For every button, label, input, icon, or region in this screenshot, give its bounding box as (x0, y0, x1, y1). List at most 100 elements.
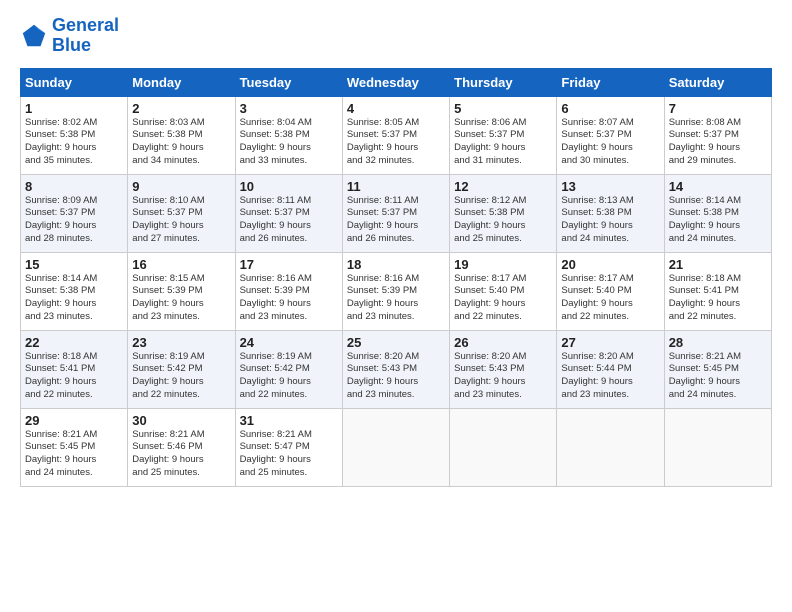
day-info: Sunrise: 8:17 AMSunset: 5:40 PMDaylight:… (561, 273, 659, 324)
day-number: 8 (25, 179, 123, 194)
table-cell: 19Sunrise: 8:17 AMSunset: 5:40 PMDayligh… (450, 252, 557, 330)
day-info: Sunrise: 8:20 AMSunset: 5:43 PMDaylight:… (454, 351, 552, 402)
day-info: Sunrise: 8:05 AMSunset: 5:37 PMDaylight:… (347, 117, 445, 168)
calendar-table: Sunday Monday Tuesday Wednesday Thursday… (20, 68, 772, 487)
calendar-week-row: 22Sunrise: 8:18 AMSunset: 5:41 PMDayligh… (21, 330, 772, 408)
table-cell: 9Sunrise: 8:10 AMSunset: 5:37 PMDaylight… (128, 174, 235, 252)
table-cell: 16Sunrise: 8:15 AMSunset: 5:39 PMDayligh… (128, 252, 235, 330)
day-number: 20 (561, 257, 659, 272)
table-cell: 3Sunrise: 8:04 AMSunset: 5:38 PMDaylight… (235, 96, 342, 174)
table-cell: 28Sunrise: 8:21 AMSunset: 5:45 PMDayligh… (664, 330, 771, 408)
day-info: Sunrise: 8:19 AMSunset: 5:42 PMDaylight:… (132, 351, 230, 402)
day-number: 23 (132, 335, 230, 350)
day-number: 13 (561, 179, 659, 194)
day-number: 27 (561, 335, 659, 350)
day-number: 4 (347, 101, 445, 116)
day-info: Sunrise: 8:17 AMSunset: 5:40 PMDaylight:… (454, 273, 552, 324)
day-number: 22 (25, 335, 123, 350)
day-number: 9 (132, 179, 230, 194)
day-number: 26 (454, 335, 552, 350)
day-number: 14 (669, 179, 767, 194)
day-info: Sunrise: 8:08 AMSunset: 5:37 PMDaylight:… (669, 117, 767, 168)
day-info: Sunrise: 8:14 AMSunset: 5:38 PMDaylight:… (25, 273, 123, 324)
day-info: Sunrise: 8:21 AMSunset: 5:46 PMDaylight:… (132, 429, 230, 480)
col-thursday: Thursday (450, 68, 557, 96)
table-cell: 27Sunrise: 8:20 AMSunset: 5:44 PMDayligh… (557, 330, 664, 408)
day-number: 17 (240, 257, 338, 272)
table-cell (664, 408, 771, 486)
day-number: 25 (347, 335, 445, 350)
day-info: Sunrise: 8:11 AMSunset: 5:37 PMDaylight:… (240, 195, 338, 246)
col-friday: Friday (557, 68, 664, 96)
day-number: 2 (132, 101, 230, 116)
col-saturday: Saturday (664, 68, 771, 96)
day-info: Sunrise: 8:16 AMSunset: 5:39 PMDaylight:… (347, 273, 445, 324)
day-number: 16 (132, 257, 230, 272)
day-info: Sunrise: 8:03 AMSunset: 5:38 PMDaylight:… (132, 117, 230, 168)
table-cell: 10Sunrise: 8:11 AMSunset: 5:37 PMDayligh… (235, 174, 342, 252)
table-cell: 5Sunrise: 8:06 AMSunset: 5:37 PMDaylight… (450, 96, 557, 174)
table-cell: 23Sunrise: 8:19 AMSunset: 5:42 PMDayligh… (128, 330, 235, 408)
col-wednesday: Wednesday (342, 68, 449, 96)
day-info: Sunrise: 8:20 AMSunset: 5:44 PMDaylight:… (561, 351, 659, 402)
day-info: Sunrise: 8:12 AMSunset: 5:38 PMDaylight:… (454, 195, 552, 246)
day-info: Sunrise: 8:18 AMSunset: 5:41 PMDaylight:… (669, 273, 767, 324)
table-cell (450, 408, 557, 486)
day-info: Sunrise: 8:19 AMSunset: 5:42 PMDaylight:… (240, 351, 338, 402)
day-number: 18 (347, 257, 445, 272)
table-cell: 8Sunrise: 8:09 AMSunset: 5:37 PMDaylight… (21, 174, 128, 252)
day-number: 31 (240, 413, 338, 428)
day-info: Sunrise: 8:18 AMSunset: 5:41 PMDaylight:… (25, 351, 123, 402)
day-info: Sunrise: 8:13 AMSunset: 5:38 PMDaylight:… (561, 195, 659, 246)
table-cell (557, 408, 664, 486)
day-number: 5 (454, 101, 552, 116)
day-info: Sunrise: 8:14 AMSunset: 5:38 PMDaylight:… (669, 195, 767, 246)
calendar-week-row: 29Sunrise: 8:21 AMSunset: 5:45 PMDayligh… (21, 408, 772, 486)
table-cell: 15Sunrise: 8:14 AMSunset: 5:38 PMDayligh… (21, 252, 128, 330)
page-container: General Blue Sunday Monday Tuesday Wedne… (0, 0, 792, 497)
day-info: Sunrise: 8:04 AMSunset: 5:38 PMDaylight:… (240, 117, 338, 168)
day-number: 24 (240, 335, 338, 350)
table-cell: 12Sunrise: 8:12 AMSunset: 5:38 PMDayligh… (450, 174, 557, 252)
table-cell: 18Sunrise: 8:16 AMSunset: 5:39 PMDayligh… (342, 252, 449, 330)
table-cell: 14Sunrise: 8:14 AMSunset: 5:38 PMDayligh… (664, 174, 771, 252)
day-info: Sunrise: 8:06 AMSunset: 5:37 PMDaylight:… (454, 117, 552, 168)
table-cell: 6Sunrise: 8:07 AMSunset: 5:37 PMDaylight… (557, 96, 664, 174)
logo-icon (20, 22, 48, 50)
days-header-row: Sunday Monday Tuesday Wednesday Thursday… (21, 68, 772, 96)
table-cell: 7Sunrise: 8:08 AMSunset: 5:37 PMDaylight… (664, 96, 771, 174)
table-cell: 11Sunrise: 8:11 AMSunset: 5:37 PMDayligh… (342, 174, 449, 252)
day-info: Sunrise: 8:15 AMSunset: 5:39 PMDaylight:… (132, 273, 230, 324)
table-cell: 31Sunrise: 8:21 AMSunset: 5:47 PMDayligh… (235, 408, 342, 486)
logo: General Blue (20, 16, 119, 56)
table-cell: 30Sunrise: 8:21 AMSunset: 5:46 PMDayligh… (128, 408, 235, 486)
col-tuesday: Tuesday (235, 68, 342, 96)
day-info: Sunrise: 8:21 AMSunset: 5:45 PMDaylight:… (25, 429, 123, 480)
table-cell: 20Sunrise: 8:17 AMSunset: 5:40 PMDayligh… (557, 252, 664, 330)
logo-general: General (52, 15, 119, 35)
day-number: 7 (669, 101, 767, 116)
day-info: Sunrise: 8:09 AMSunset: 5:37 PMDaylight:… (25, 195, 123, 246)
day-number: 10 (240, 179, 338, 194)
day-number: 3 (240, 101, 338, 116)
day-number: 28 (669, 335, 767, 350)
day-number: 11 (347, 179, 445, 194)
day-number: 6 (561, 101, 659, 116)
day-number: 1 (25, 101, 123, 116)
day-info: Sunrise: 8:02 AMSunset: 5:38 PMDaylight:… (25, 117, 123, 168)
day-info: Sunrise: 8:21 AMSunset: 5:47 PMDaylight:… (240, 429, 338, 480)
day-info: Sunrise: 8:11 AMSunset: 5:37 PMDaylight:… (347, 195, 445, 246)
day-number: 21 (669, 257, 767, 272)
day-number: 15 (25, 257, 123, 272)
day-number: 29 (25, 413, 123, 428)
day-number: 30 (132, 413, 230, 428)
col-sunday: Sunday (21, 68, 128, 96)
table-cell: 26Sunrise: 8:20 AMSunset: 5:43 PMDayligh… (450, 330, 557, 408)
calendar-week-row: 1Sunrise: 8:02 AMSunset: 5:38 PMDaylight… (21, 96, 772, 174)
col-monday: Monday (128, 68, 235, 96)
day-info: Sunrise: 8:07 AMSunset: 5:37 PMDaylight:… (561, 117, 659, 168)
day-info: Sunrise: 8:10 AMSunset: 5:37 PMDaylight:… (132, 195, 230, 246)
logo-blue: Blue (52, 35, 91, 55)
calendar-week-row: 8Sunrise: 8:09 AMSunset: 5:37 PMDaylight… (21, 174, 772, 252)
table-cell: 29Sunrise: 8:21 AMSunset: 5:45 PMDayligh… (21, 408, 128, 486)
